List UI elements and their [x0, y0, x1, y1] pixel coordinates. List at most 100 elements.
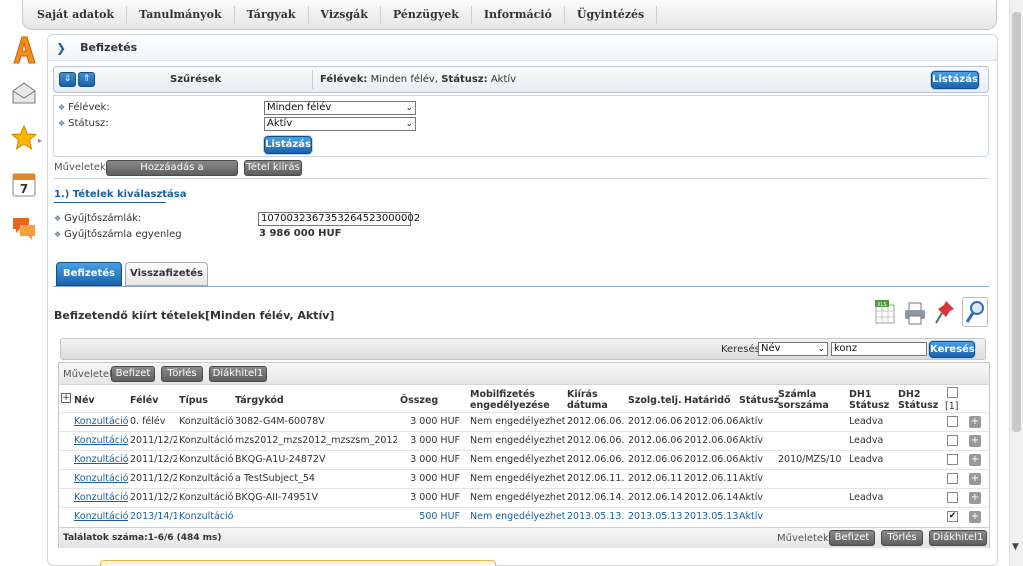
footer-delete-button[interactable]: Törlés	[881, 530, 923, 546]
col-header-szolg[interactable]: Szolg.telj.	[628, 395, 682, 406]
cell-nev[interactable]: Konzultáció1	[74, 416, 128, 427]
table-row[interactable]: Konzultáció12011/12/2Konzultáció1a TestS…	[59, 469, 989, 488]
student-loan-button[interactable]: Diákhitel1	[209, 366, 267, 382]
pay-button[interactable]: Befizet	[111, 366, 155, 382]
a-logo-icon[interactable]	[11, 36, 37, 64]
row-expand-plus-icon[interactable]: +	[969, 511, 981, 523]
print-icon[interactable]	[904, 301, 926, 327]
status-select[interactable]: Aktív ⌄	[264, 117, 416, 131]
row-checkbox[interactable]	[947, 454, 958, 465]
menu-item-informacio[interactable]: Információ	[472, 5, 565, 24]
col-header-dh1[interactable]: DH1 Státusz	[849, 389, 889, 411]
cell-mobil: Nem engedélyezhető	[470, 511, 565, 522]
menu-item-vizsgak[interactable]: Vizsgák	[309, 5, 381, 24]
filter-summary-label-status: Státusz:	[441, 74, 488, 85]
menu-item-sajat-adatok[interactable]: Saját adatok	[25, 5, 128, 24]
col-header-targykod[interactable]: Tárgykód	[235, 395, 284, 406]
col-header-statusz[interactable]: Státusz	[739, 395, 779, 406]
row-checkbox[interactable]	[947, 416, 958, 427]
star-icon[interactable]	[10, 124, 38, 153]
row-checkbox[interactable]: ✔	[947, 511, 958, 522]
account-select[interactable]: 1070032367353264523000002 ⌄	[258, 212, 420, 226]
list-button-top[interactable]: Listázás	[931, 71, 979, 89]
table-row[interactable]: Konzultáció12013/14/1Konzultáció1 500 HUF…	[59, 507, 989, 526]
row-expand-plus-icon[interactable]: +	[969, 473, 981, 485]
list-button[interactable]: Listázás	[264, 136, 312, 154]
row-checkbox[interactable]	[947, 492, 958, 503]
cell-nev[interactable]: Konzultáció1	[74, 511, 128, 522]
page-title: Befizetés	[80, 41, 138, 54]
menu-item-tanulmanyok[interactable]: Tanulmányok	[127, 5, 235, 24]
item-post-button[interactable]: Tétel kiírás	[244, 160, 302, 176]
chat-icon[interactable]	[11, 215, 37, 243]
cell-kiiras: 2013.05.13.	[567, 511, 625, 522]
search-input[interactable]: konz	[831, 342, 927, 356]
diamond-icon: ❖	[58, 103, 66, 112]
col-header-mobil[interactable]: Mobilfizetés engedélyezése	[470, 389, 550, 411]
row-expand-plus-icon[interactable]: +	[969, 492, 981, 504]
table-row[interactable]: Konzultáció10. félévKonzultáció13082-G4M…	[59, 412, 989, 431]
row-checkbox[interactable]	[947, 473, 958, 484]
footer-student-loan-button[interactable]: Diákhitel1	[929, 530, 987, 546]
calendar-icon[interactable]: 7	[11, 170, 37, 198]
menu-item-penzugyek[interactable]: Pénzügyek	[381, 5, 472, 24]
cell-nev[interactable]: Konzultáció1	[74, 454, 128, 465]
diamond-icon: ❖	[54, 214, 62, 223]
scrollbar-thumb[interactable]	[1012, 12, 1021, 432]
mail-icon[interactable]	[11, 80, 37, 108]
expand-all-icon[interactable]: +	[61, 393, 71, 403]
semesters-select[interactable]: Minden félév ⌄	[264, 101, 416, 115]
col-header-tipus[interactable]: Típus	[179, 395, 208, 406]
cell-tipus: Konzultáció1	[179, 492, 233, 503]
table-row[interactable]: Konzultáció12011/12/2Konzultáció1BKQG-A1…	[59, 450, 989, 469]
cell-kiiras: 2012.06.11.	[567, 473, 625, 484]
tab-befizetes[interactable]: Befizetés	[56, 262, 122, 286]
footer-pay-button[interactable]: Befizet	[829, 530, 875, 546]
search-button[interactable]: Keresés	[929, 341, 975, 358]
double-chevron-up-icon[interactable]: ⇑	[78, 72, 95, 87]
cell-nev[interactable]: Konzultáció1	[74, 492, 128, 503]
cell-nev[interactable]: Konzultáció1	[74, 473, 128, 484]
col-header-felev[interactable]: Félév	[130, 395, 158, 406]
row-expand-plus-icon[interactable]: +	[969, 435, 981, 447]
col-header-osszeg[interactable]: Összeg	[400, 395, 438, 406]
col-header-dh2[interactable]: DH2 Státusz	[898, 389, 938, 411]
grid-footer: Találatok száma:1-6/6 (484 ms) Műveletek…	[59, 527, 989, 548]
table-row[interactable]: Konzultáció12011/12/2Konzultáció1BKQG-AI…	[59, 488, 989, 507]
cell-statusz: Aktív	[739, 473, 763, 484]
table-row[interactable]: Konzultáció12011/12/2Konzultáció1mzs2012…	[59, 431, 989, 450]
cell-osszeg: 3 000 HUF	[410, 416, 460, 427]
scroll-down-icon[interactable]: ▼	[1012, 542, 1019, 552]
row-expand-plus-icon[interactable]: +	[969, 454, 981, 466]
balance-label: ❖ Gyűjtőszámla egyenleg	[54, 229, 182, 240]
cell-kiiras: 2012.06.14.	[567, 492, 625, 503]
cell-nev[interactable]: Konzultáció1	[74, 435, 128, 446]
col-header-szamla[interactable]: Számla sorszáma	[778, 389, 829, 411]
cell-hatarido: 2012.06.06.	[684, 435, 738, 446]
double-chevron-down-icon[interactable]: ⇓	[59, 72, 76, 87]
col-header-kiiras[interactable]: Kiírás dátuma	[567, 389, 608, 411]
top-menu: Saját adatok Tanulmányok Tárgyak Vizsgák…	[22, 0, 997, 30]
chevron-down-icon: ⌄	[400, 214, 408, 224]
tab-visszafizetes[interactable]: Visszafizetés	[125, 262, 208, 286]
row-checkbox[interactable]	[947, 435, 958, 446]
zoom-search-icon[interactable]	[962, 297, 988, 327]
cell-hatarido: 2013.05.13.	[684, 511, 738, 522]
app-window: Saját adatok Tanulmányok Tárgyak Vizsgák…	[0, 0, 1023, 566]
search-field-select[interactable]: Név ⌄	[758, 342, 828, 356]
sidebar-toggle-icon[interactable]: ▸	[38, 136, 42, 145]
select-all-checkbox[interactable]	[947, 387, 958, 398]
cell-tipus: Konzultáció1	[179, 473, 233, 484]
excel-export-icon[interactable]: XLS	[874, 299, 896, 325]
vertical-scrollbar[interactable]: ▼	[1009, 0, 1023, 566]
add-favorites-button[interactable]: Hozzáadás a kedvencekhez	[106, 160, 238, 187]
cell-szamla: 2010/MZS/10	[778, 454, 842, 465]
row-expand-plus-icon[interactable]: +	[969, 416, 981, 428]
menu-item-targyak[interactable]: Tárgyak	[235, 5, 309, 24]
col-header-hatarido[interactable]: Határidő	[684, 395, 731, 406]
pin-icon[interactable]	[934, 299, 956, 325]
col-header-nev[interactable]: Név	[74, 395, 95, 406]
delete-button[interactable]: Törlés	[161, 366, 203, 382]
menu-item-ugyintezes[interactable]: Ügyintézés	[565, 5, 658, 24]
cell-dh1: Leadva	[849, 416, 884, 427]
